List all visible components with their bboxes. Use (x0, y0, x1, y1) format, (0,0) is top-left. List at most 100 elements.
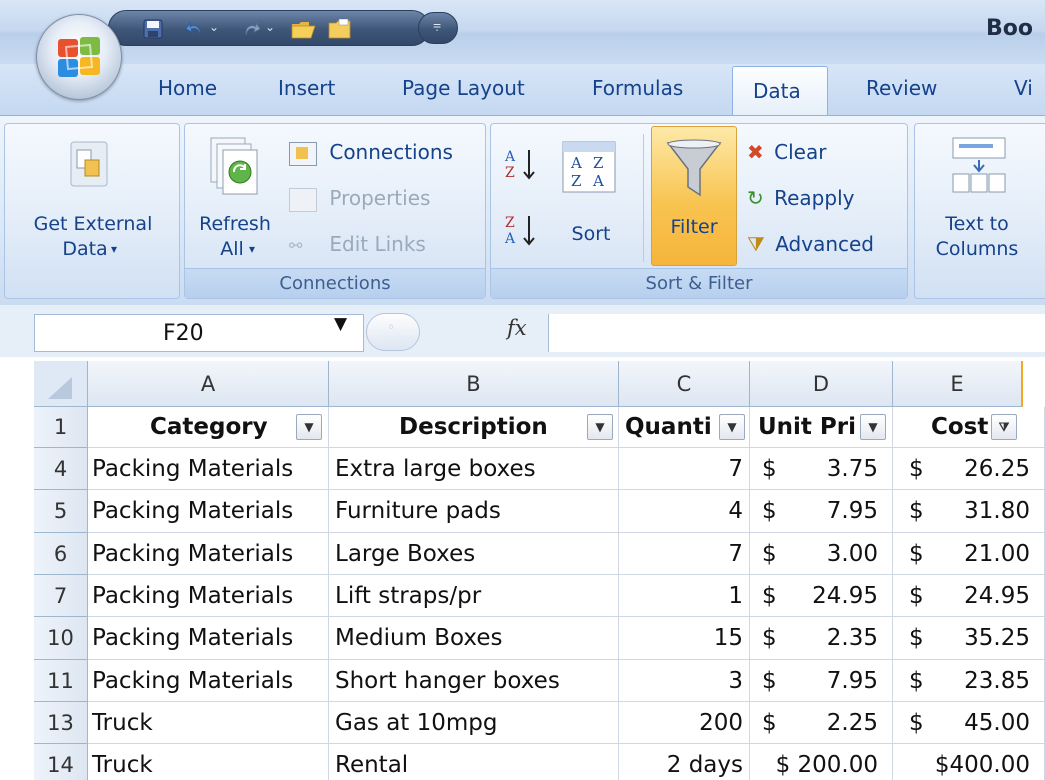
refresh-all-button[interactable]: Refresh All ▾ (191, 128, 279, 266)
cell-quantity[interactable]: 4 (619, 490, 750, 533)
edit-links-button[interactable]: ⚯ Edit Links (289, 232, 426, 256)
filter-applied-cost[interactable]: ⧩ (991, 414, 1017, 440)
connections-button[interactable]: Connections (289, 140, 453, 166)
row-header[interactable]: 11 (34, 660, 88, 702)
open-folder-icon[interactable] (291, 19, 317, 39)
cell-cost[interactable]: $26.25 (893, 448, 1045, 490)
tab-data[interactable]: Data (732, 66, 828, 118)
cell-quantity[interactable]: 200 (619, 702, 750, 744)
cell-cost[interactable]: $23.85 (893, 660, 1045, 702)
advanced-button[interactable]: ⧩ Advanced (747, 232, 874, 256)
cell-unit-price[interactable]: $3.75 (750, 448, 893, 490)
tab-view[interactable]: Vi (1014, 76, 1033, 100)
row-header[interactable]: 14 (34, 744, 88, 780)
cell-description[interactable]: Large Boxes (329, 533, 619, 575)
filter-dropdown-description[interactable]: ▼ (587, 414, 613, 440)
name-box[interactable]: F20 (34, 314, 364, 352)
formula-bar-expand-handle[interactable]: ◦ (366, 313, 420, 351)
cell-unit-price[interactable]: $2.35 (750, 617, 893, 660)
tab-page-layout[interactable]: Page Layout (402, 76, 525, 100)
cell-category[interactable]: Truck (88, 744, 329, 780)
filter-dropdown-unit-price[interactable]: ▼ (860, 414, 886, 440)
cell-unit-price[interactable]: $24.95 (750, 575, 893, 617)
cell-description[interactable]: Furniture pads (329, 490, 619, 533)
cell-unit-price-value: $ 200.00 (775, 751, 878, 778)
cell-category[interactable]: Packing Materials (88, 617, 329, 660)
customize-toolbar-button[interactable]: ⩦ (418, 12, 458, 44)
cell-quantity[interactable]: 2 days (619, 744, 750, 780)
cell-unit-price[interactable]: $7.95 (750, 660, 893, 702)
cell-description[interactable]: Rental (329, 744, 619, 780)
folder-icon[interactable] (327, 19, 353, 39)
sort-a-to-z-button[interactable]: A Z (501, 144, 541, 184)
header-cell-category[interactable]: Category ▼ (88, 407, 329, 448)
cell-unit-price[interactable]: $7.95 (750, 490, 893, 533)
cell-cost[interactable]: $400.00 (893, 744, 1045, 780)
cell-unit-price[interactable]: $ 200.00 (750, 744, 893, 780)
column-header-e[interactable]: E (893, 361, 1023, 407)
insert-function-icon[interactable]: fx (507, 316, 527, 340)
redo-dropdown-icon[interactable]: ⌄ (265, 20, 275, 34)
column-header-d[interactable]: D (750, 361, 893, 407)
cell-unit-price[interactable]: $3.00 (750, 533, 893, 575)
filter-dropdown-category[interactable]: ▼ (296, 414, 322, 440)
sort-z-to-a-button[interactable]: Z A (501, 210, 541, 250)
cell-cost[interactable]: $21.00 (893, 533, 1045, 575)
tab-formulas[interactable]: Formulas (592, 76, 683, 100)
row-header[interactable]: 13 (34, 702, 88, 744)
tab-review[interactable]: Review (866, 76, 937, 100)
redo-icon[interactable] (241, 19, 261, 39)
cell-quantity[interactable]: 7 (619, 533, 750, 575)
column-header-c[interactable]: C (619, 361, 750, 407)
cell-category[interactable]: Packing Materials (88, 490, 329, 533)
column-header-b[interactable]: B (329, 361, 619, 407)
column-header-a[interactable]: A (88, 361, 329, 407)
tab-insert[interactable]: Insert (278, 76, 335, 100)
header-cell-quantity[interactable]: Quanti ▼ (619, 407, 750, 448)
header-cell-cost[interactable]: Cost ⧩ (893, 407, 1045, 448)
cell-cost[interactable]: $31.80 (893, 490, 1045, 533)
row-header[interactable]: 5 (34, 490, 88, 533)
name-box-dropdown-icon[interactable]: ▼ (334, 314, 347, 334)
save-icon[interactable] (143, 19, 163, 39)
filter-dropdown-quantity[interactable]: ▼ (719, 414, 745, 440)
reapply-button[interactable]: ↻ Reapply (747, 186, 854, 210)
text-to-columns-button[interactable]: Text to Columns (921, 128, 1033, 266)
filter-button[interactable]: Filter (651, 126, 737, 266)
cell-cost[interactable]: $24.95 (893, 575, 1045, 617)
tab-home[interactable]: Home (158, 76, 217, 100)
row-header[interactable]: 6 (34, 533, 88, 575)
cell-cost[interactable]: $45.00 (893, 702, 1045, 744)
cell-category[interactable]: Packing Materials (88, 660, 329, 702)
name-box-value: F20 (163, 321, 204, 346)
undo-icon[interactable] (185, 19, 205, 39)
sort-button[interactable]: A Z Z A Sort (553, 134, 629, 264)
office-button[interactable] (36, 14, 122, 100)
cell-category[interactable]: Packing Materials (88, 533, 329, 575)
cell-description[interactable]: Extra large boxes (329, 448, 619, 490)
cell-unit-price[interactable]: $2.25 (750, 702, 893, 744)
cell-quantity-text: 200 (699, 709, 743, 736)
row-header[interactable]: 1 (34, 407, 88, 448)
row-header[interactable]: 4 (34, 448, 88, 490)
row-header[interactable]: 10 (34, 617, 88, 660)
cell-cost[interactable]: $35.25 (893, 617, 1045, 660)
cell-description[interactable]: Short hanger boxes (329, 660, 619, 702)
row-header[interactable]: 7 (34, 575, 88, 617)
cell-category[interactable]: Packing Materials (88, 575, 329, 617)
properties-button[interactable]: Properties (289, 186, 430, 212)
cell-description[interactable]: Gas at 10mpg (329, 702, 619, 744)
cell-description[interactable]: Medium Boxes (329, 617, 619, 660)
undo-dropdown-icon[interactable]: ⌄ (209, 20, 219, 34)
cell-quantity[interactable]: 3 (619, 660, 750, 702)
formula-input[interactable] (548, 314, 1045, 352)
cell-category[interactable]: Packing Materials (88, 448, 329, 490)
cell-category[interactable]: Truck (88, 702, 329, 744)
clear-button[interactable]: ✖ Clear (747, 140, 826, 164)
cell-quantity[interactable]: 1 (619, 575, 750, 617)
header-cell-description[interactable]: Description ▼ (329, 407, 619, 448)
cell-quantity[interactable]: 7 (619, 448, 750, 490)
header-cell-unit-price[interactable]: Unit Pri ▼ (750, 407, 893, 448)
cell-quantity[interactable]: 15 (619, 617, 750, 660)
cell-description[interactable]: Lift straps/pr (329, 575, 619, 617)
